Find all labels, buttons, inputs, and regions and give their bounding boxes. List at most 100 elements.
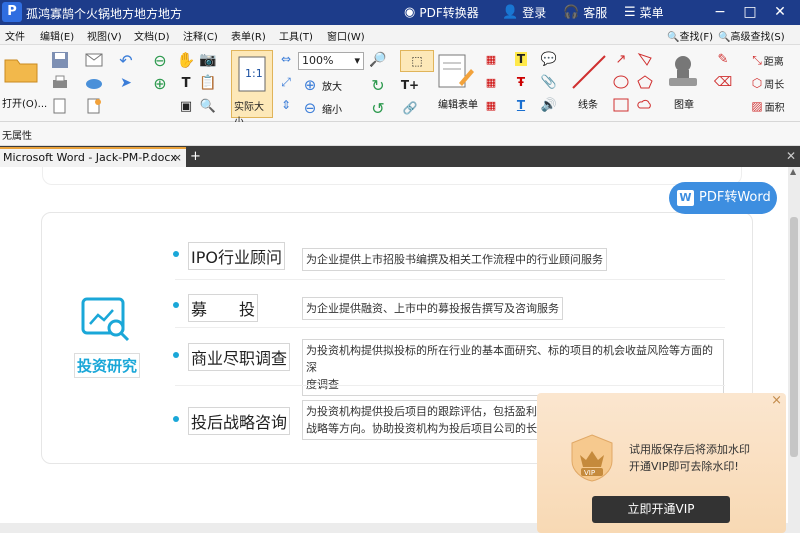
area-icon: ▨: [751, 99, 763, 113]
link-tool-icon[interactable]: 🔗: [400, 98, 420, 118]
attachment-icon[interactable]: 📎: [540, 73, 558, 91]
arrow-icon[interactable]: ➤: [116, 73, 136, 93]
email-icon[interactable]: [84, 50, 104, 70]
menu-icon: ☰: [624, 4, 636, 20]
form-field-icon[interactable]: ▦: [482, 50, 500, 68]
menu-document[interactable]: 文档(D): [134, 28, 170, 43]
main-menu-button[interactable]: ☰ 菜单: [624, 3, 664, 21]
scrollbar-thumb[interactable]: [790, 217, 798, 457]
find-button[interactable]: 🔍查找(F): [667, 28, 713, 43]
fit-page-icon[interactable]: ⤢: [277, 73, 295, 91]
user-icon: 👤: [502, 4, 519, 20]
form-text-icon[interactable]: ▦: [482, 73, 500, 91]
eraser-icon[interactable]: ⌫: [714, 73, 732, 91]
form-check-icon[interactable]: ▦: [482, 96, 500, 114]
highlight-text-icon[interactable]: T: [512, 50, 530, 68]
investment-research-icon: [80, 296, 132, 345]
cloud-icon[interactable]: [84, 73, 104, 93]
strikeout-text-icon[interactable]: Ŧ: [512, 73, 530, 91]
menu-form[interactable]: 表单(R): [231, 28, 266, 43]
text-tool-icon[interactable]: T+: [400, 75, 420, 95]
magnifier-icon[interactable]: 🔎: [368, 50, 388, 70]
polygon-icon[interactable]: [636, 50, 654, 68]
print-icon[interactable]: [50, 73, 70, 93]
pdf-to-word-button[interactable]: W PDF转Word: [669, 182, 777, 214]
close-icon[interactable]: ×: [771, 393, 782, 408]
forward-icon[interactable]: ⊕: [150, 73, 170, 93]
bullet-dot: [173, 302, 179, 308]
sound-icon[interactable]: 🔊: [540, 96, 558, 114]
rotate-left-icon[interactable]: ↺: [368, 98, 388, 118]
pencil-icon[interactable]: ✎: [714, 50, 732, 68]
zoom-in-button[interactable]: ⊕: [300, 75, 320, 95]
login-button[interactable]: 👤 登录: [502, 3, 546, 21]
pentagon-icon[interactable]: [636, 73, 654, 91]
arrow-line-icon[interactable]: ↗: [612, 50, 630, 68]
new-doc-icon[interactable]: [84, 96, 104, 116]
form-edit-icon: [438, 54, 474, 88]
zoom-out-button[interactable]: ⊖: [300, 98, 320, 118]
menu-window[interactable]: 窗口(W): [327, 28, 365, 43]
word-icon: W: [677, 190, 694, 206]
distance-button[interactable]: ⤡ 距离: [738, 51, 798, 69]
menu-tools[interactable]: 工具(T): [279, 28, 313, 43]
save-icon[interactable]: [50, 50, 70, 70]
service-name: 投后战略咨询: [188, 407, 291, 435]
vip-message: 试用版保存后将添加水印 开通VIP即可去除水印!: [629, 443, 750, 473]
properties-bar: 无属性: [0, 122, 800, 146]
rectangle-icon[interactable]: [612, 96, 630, 114]
vertical-scrollbar[interactable]: ▲: [788, 167, 800, 523]
service-desc: 为投资机构提供拟投标的所在行业的基本面研究、标的项目的机会收益风险等方面的深 度…: [302, 339, 724, 396]
scroll-up-icon[interactable]: ▲: [790, 167, 796, 176]
stamp-button[interactable]: [664, 51, 702, 91]
tab-document[interactable]: Microsoft Word - Jack-PM-P.docx ×: [0, 147, 186, 167]
rotate-right-icon[interactable]: ↻: [368, 75, 388, 95]
back-icon[interactable]: ⊖: [150, 50, 170, 70]
cloud-shape-icon[interactable]: [636, 96, 654, 114]
menu-view[interactable]: 视图(V): [87, 28, 122, 43]
actual-size-button[interactable]: 1:1 实际大小: [231, 50, 273, 128]
open-vip-button[interactable]: 立即开通VIP: [592, 496, 730, 523]
tab-bar: Microsoft Word - Jack-PM-P.docx × + ✕: [0, 146, 800, 167]
clipboard-icon[interactable]: 📋: [198, 73, 218, 93]
snapshot-icon[interactable]: ▣: [176, 96, 196, 116]
line-icon: [572, 55, 606, 89]
ellipse-icon[interactable]: [612, 73, 630, 91]
previous-card-edge: [42, 167, 742, 185]
properties-label: 无属性: [2, 131, 32, 142]
fit-visible-icon[interactable]: ⇕: [277, 96, 295, 114]
hand-icon[interactable]: ✋: [176, 50, 196, 70]
line-button[interactable]: [568, 51, 610, 93]
pdf-converter-button[interactable]: ◉ PDF转换器: [404, 3, 479, 21]
camera-icon[interactable]: 📷: [198, 50, 218, 70]
open-button[interactable]: [2, 53, 40, 85]
perimeter-button[interactable]: ⬡ 周长: [738, 74, 798, 92]
menu-file[interactable]: 文件: [5, 28, 25, 43]
close-button[interactable]: ✕: [766, 0, 794, 25]
service-name: IPO行业顾问: [188, 242, 285, 270]
text-select-icon[interactable]: T: [176, 73, 196, 93]
advanced-find-button[interactable]: 🔍高级查找(S): [718, 28, 785, 43]
fit-width-icon[interactable]: ⇔: [277, 50, 295, 68]
export-icon[interactable]: [50, 96, 70, 116]
close-all-tabs-icon[interactable]: ✕: [786, 149, 796, 163]
zoom-select-icon[interactable]: 🔍: [198, 96, 218, 116]
tab-close-icon[interactable]: ×: [173, 149, 182, 166]
underline-text-icon[interactable]: T: [512, 96, 530, 114]
note-icon[interactable]: 💬: [540, 50, 558, 68]
minimize-button[interactable]: −: [706, 0, 734, 25]
area-button[interactable]: ▨ 面积: [738, 97, 798, 115]
perimeter-icon: ⬡: [751, 76, 763, 90]
customer-service-button[interactable]: 🎧 客服: [563, 3, 607, 21]
menu-comment[interactable]: 注释(C): [183, 28, 218, 43]
select-tool-button[interactable]: ⬚: [400, 50, 434, 72]
menu-edit[interactable]: 编辑(E): [40, 28, 74, 43]
zoom-select[interactable]: 100% ▾: [298, 52, 364, 70]
add-tab-icon[interactable]: +: [190, 149, 201, 164]
title-bar: P 孤鸿寡鹄个火锅地方地方地方 ◉ PDF转换器 👤 登录 🎧 客服 ☰ 菜单 …: [0, 0, 800, 25]
app-logo-icon: P: [2, 2, 22, 22]
row-divider: [175, 279, 725, 280]
edit-form-button[interactable]: [436, 52, 476, 92]
maximize-button[interactable]: □: [736, 0, 764, 25]
undo-icon[interactable]: ↶: [116, 50, 136, 70]
